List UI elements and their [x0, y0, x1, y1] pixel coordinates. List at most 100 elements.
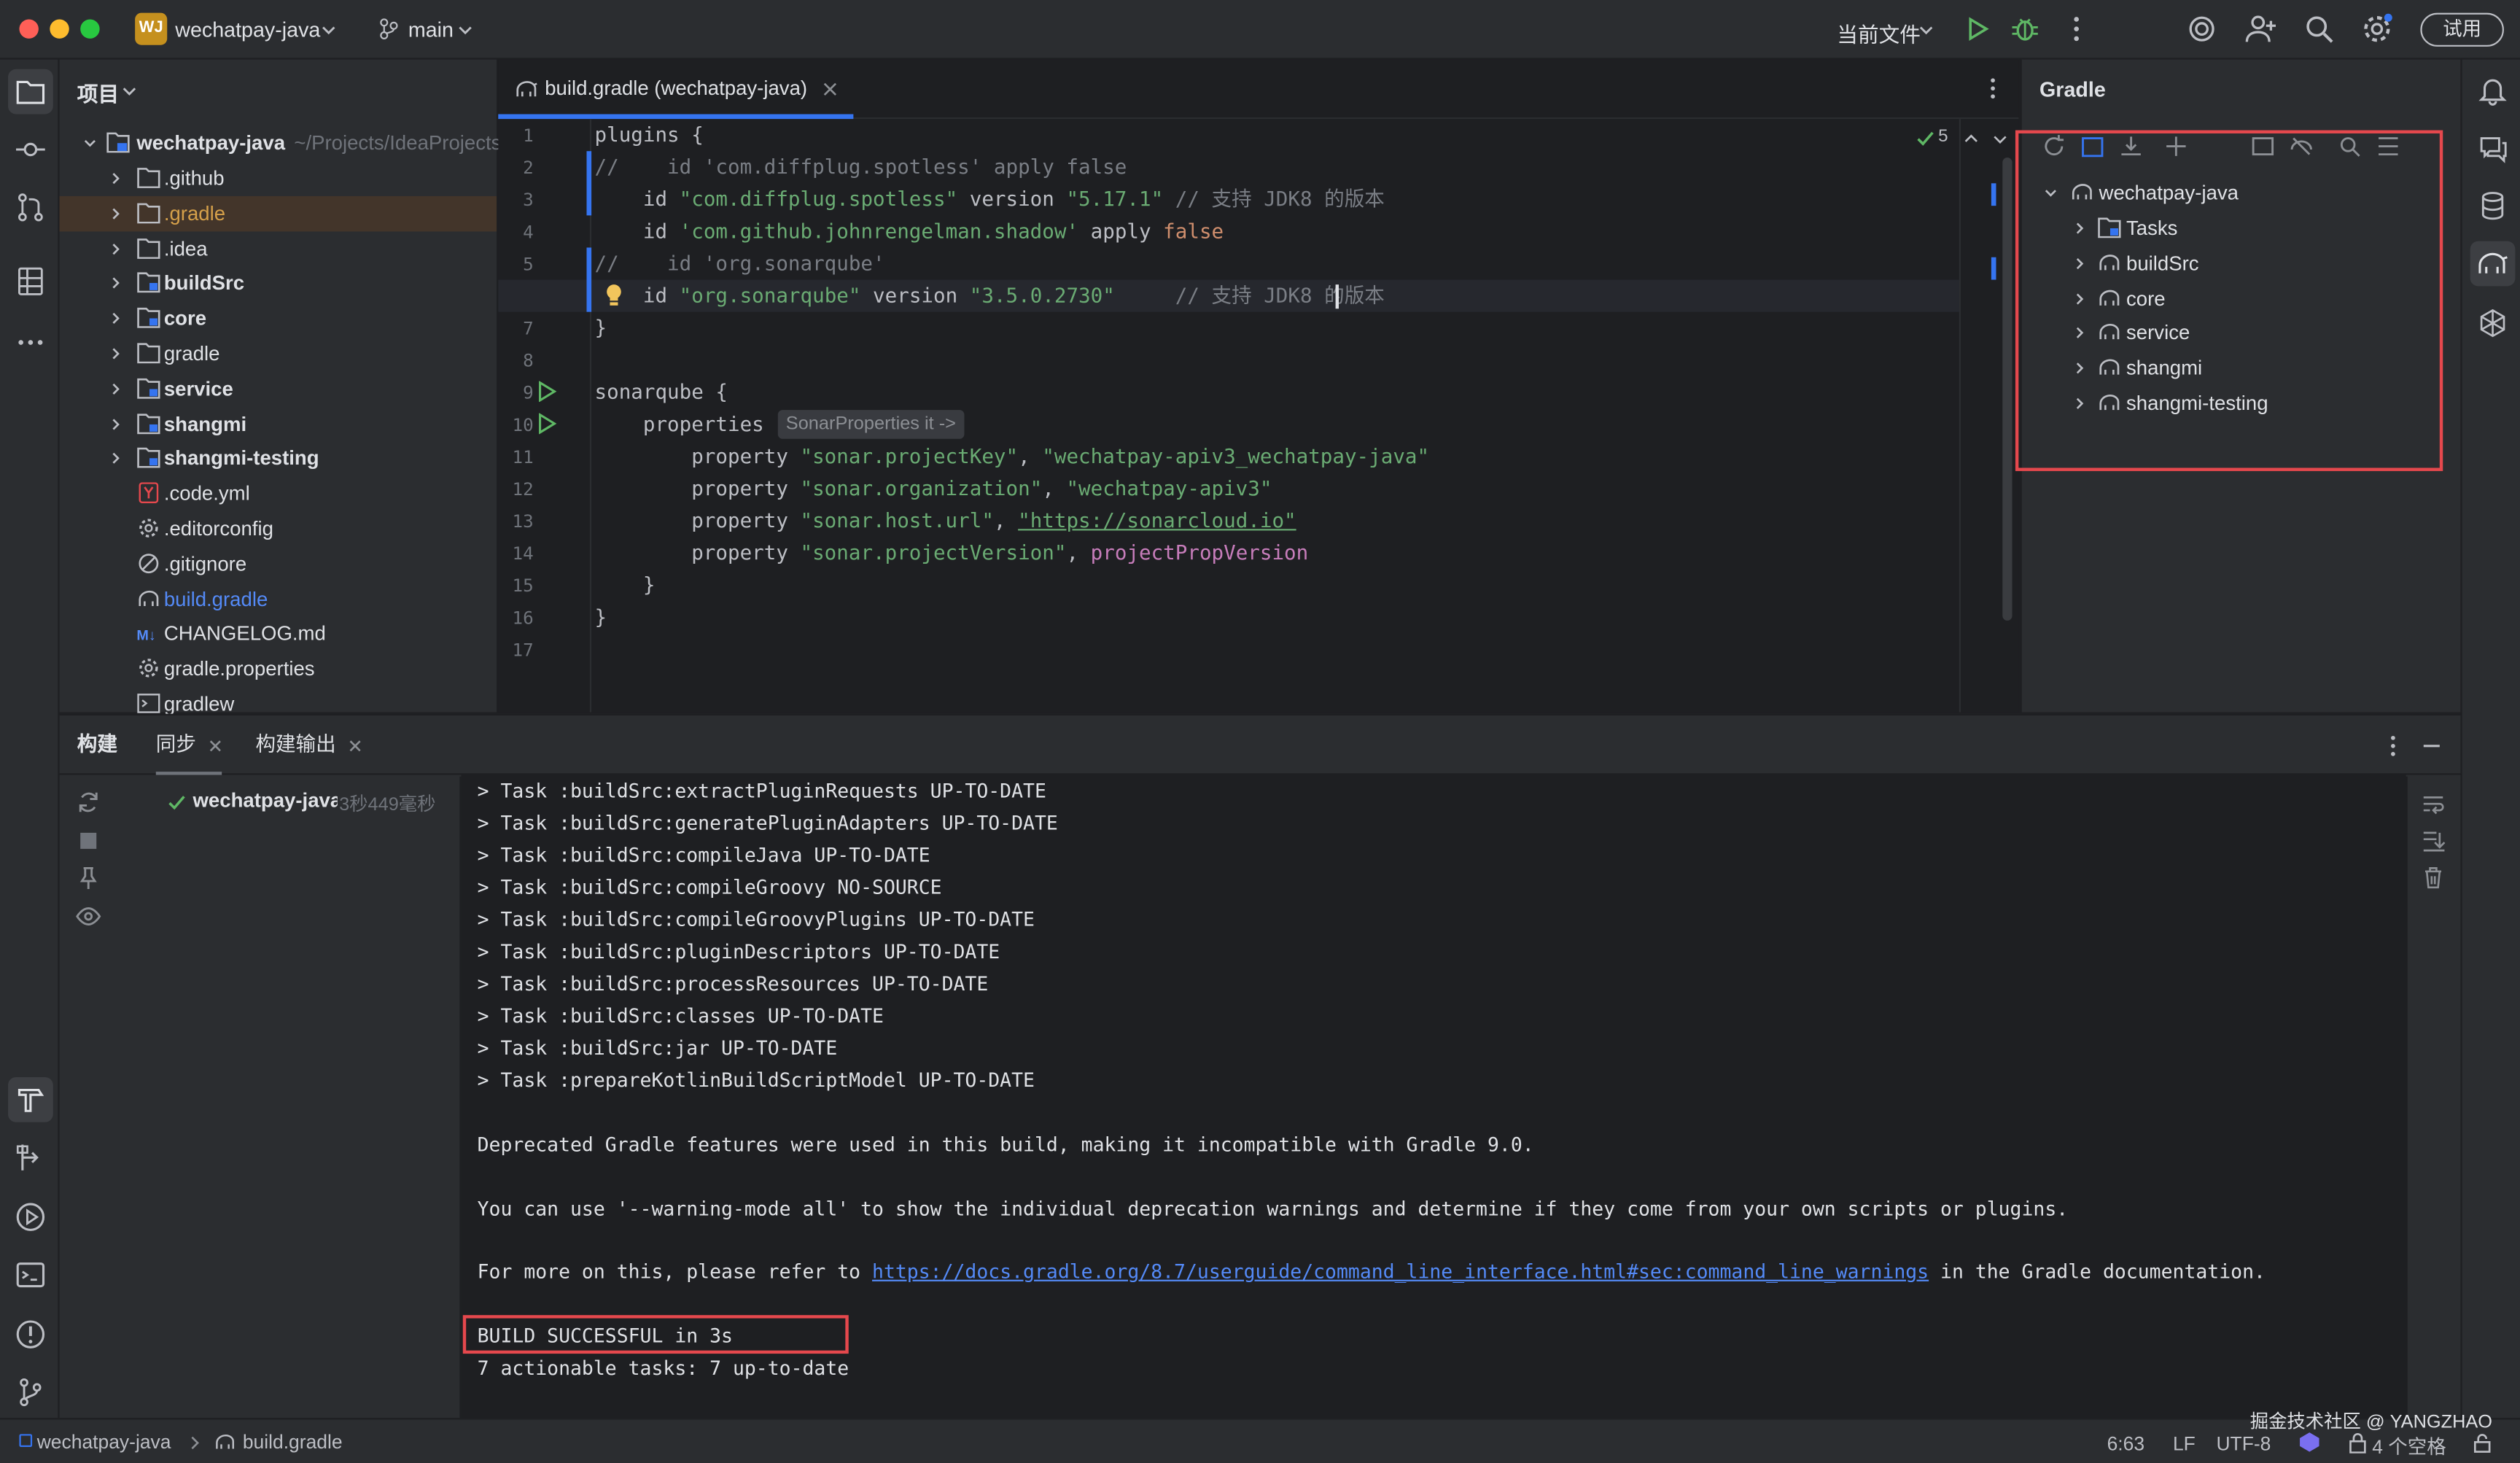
project-tree-item[interactable]: M↓ CHANGELOG.md: [60, 616, 497, 651]
change-marker-stripe: [1991, 257, 1996, 280]
minimize-window-button[interactable]: [50, 19, 69, 39]
add-user-icon[interactable]: [2244, 11, 2279, 46]
caret-position[interactable]: 6:63: [2107, 1432, 2144, 1455]
run-gutter-icon[interactable]: [537, 413, 558, 435]
services-run-icon[interactable]: [15, 1201, 47, 1233]
project-tree-item[interactable]: build.gradle: [60, 581, 497, 616]
gradle-elephant-icon: [139, 590, 159, 606]
vcs-changed-marker: [586, 247, 592, 312]
problems-icon[interactable]: [15, 1319, 47, 1351]
project-root-row[interactable]: wechatpay-java ~/Projects/IdeaProjects: [60, 125, 501, 160]
close-tab-icon[interactable]: [349, 739, 362, 752]
chevron-up-icon[interactable]: [1964, 132, 1978, 147]
pull-requests-icon[interactable]: [15, 191, 47, 223]
gradle-tool-button[interactable]: [2470, 241, 2516, 287]
ai-assistant-icon[interactable]: [2184, 11, 2219, 46]
project-tree-item[interactable]: .github: [60, 160, 497, 195]
project-tree-label: .github: [163, 167, 225, 190]
notifications-bell-icon[interactable]: [2477, 74, 2509, 106]
close-window-button[interactable]: [19, 19, 39, 39]
file-encoding[interactable]: UTF-8: [2216, 1432, 2271, 1455]
build-tree-item[interactable]: wechatpay-java 3秒449毫秒: [160, 785, 459, 820]
chevron-right-icon: [112, 453, 120, 465]
terminal-icon[interactable]: [15, 1259, 47, 1291]
run-config-selector[interactable]: 当前文件: [1837, 18, 1921, 48]
run-icon[interactable]: [1959, 11, 1994, 46]
project-switcher[interactable]: wechatpay-java: [175, 18, 320, 42]
codewithme-icon[interactable]: [2477, 307, 2509, 339]
project-tree-label: .idea: [163, 237, 208, 260]
more-horizontal-icon[interactable]: [15, 326, 47, 358]
build-tab-2[interactable]: 构建输出: [255, 715, 362, 775]
minimize-panel-icon[interactable]: [2419, 733, 2444, 758]
dependencies-icon[interactable]: [15, 1141, 47, 1173]
project-tree-item[interactable]: shangmi: [60, 406, 497, 441]
project-tree-item[interactable]: gradle.properties: [60, 651, 497, 686]
more-vertical-icon[interactable]: [1980, 76, 2005, 101]
sync-icon[interactable]: [76, 789, 101, 815]
console-line: Deprecated Gradle features were used in …: [477, 1133, 1534, 1156]
gradle-docs-link[interactable]: https://docs.gradle.org/8.7/userguide/co…: [872, 1260, 1929, 1283]
close-tab-icon[interactable]: [209, 739, 222, 752]
search-icon[interactable]: [2301, 11, 2336, 46]
branch-switcher[interactable]: main: [408, 18, 454, 42]
code-line: id "org.sonarqube" version "3.5.0.2730" …: [595, 280, 1385, 312]
stop-icon[interactable]: [76, 828, 101, 853]
more-vertical-icon[interactable]: [2058, 11, 2093, 46]
indent-setting[interactable]: 4 个空格: [2372, 1432, 2446, 1459]
structure-icon[interactable]: [15, 265, 47, 298]
readonly-toggle-icon[interactable]: [2472, 1432, 2493, 1454]
project-tree-item[interactable]: shangmi-testing: [60, 441, 497, 476]
pin-icon[interactable]: [76, 865, 101, 890]
trash-icon[interactable]: [2420, 865, 2446, 890]
build-tab-1[interactable]: 同步: [155, 715, 222, 775]
soft-wrap-icon[interactable]: [2420, 791, 2446, 817]
project-tree-item[interactable]: .editorconfig: [60, 511, 497, 546]
settings-gear-icon[interactable]: [2360, 11, 2395, 46]
trial-button[interactable]: 试用: [2420, 12, 2504, 47]
project-tree-item[interactable]: .code.yml: [60, 476, 497, 511]
ai-status-icon[interactable]: [2298, 1431, 2321, 1454]
breadcrumb-file[interactable]: build.gradle: [243, 1431, 343, 1454]
gradle-elephant-icon: [2478, 252, 2508, 273]
ai-chat-icon[interactable]: [2477, 132, 2509, 164]
breadcrumb-project[interactable]: wechatpay-java: [37, 1431, 171, 1454]
yaml-file-icon: [139, 482, 159, 504]
project-tree-item[interactable]: core: [60, 301, 497, 336]
project-tree-item[interactable]: .gitignore: [60, 546, 497, 581]
close-tab-icon[interactable]: [822, 82, 837, 96]
build-tab-label: 同步: [155, 733, 196, 756]
project-tree-item[interactable]: .gradle: [59, 195, 497, 231]
debug-icon[interactable]: [2007, 11, 2042, 46]
git-icon[interactable]: [15, 1376, 47, 1408]
module-folder-icon: [137, 448, 160, 469]
commit-icon[interactable]: [15, 133, 47, 166]
line-number: 5: [523, 254, 534, 275]
chevron-down-icon[interactable]: [1993, 132, 2007, 147]
build-tab-0[interactable]: 构建: [77, 715, 117, 775]
code-token: properties {: [594, 411, 801, 436]
database-icon[interactable]: [2477, 190, 2509, 222]
line-separator[interactable]: LF: [2173, 1432, 2196, 1455]
editor-tab-build-gradle[interactable]: build.gradle (wechatpay-java): [498, 60, 854, 120]
more-vertical-icon[interactable]: [2380, 733, 2406, 758]
project-panel-title[interactable]: 项目: [77, 77, 119, 108]
code-token: 'com.github.johnrengelman.shadow': [679, 218, 1079, 243]
eye-icon[interactable]: [76, 904, 101, 929]
scroll-to-end-icon[interactable]: [2420, 828, 2446, 853]
text-caret: [1335, 284, 1338, 309]
project-tree-item[interactable]: buildSrc: [60, 266, 497, 301]
project-tree-item[interactable]: .idea: [60, 231, 497, 266]
line-number: 7: [523, 318, 534, 340]
project-tree-item[interactable]: gradle: [60, 336, 497, 371]
run-gutter-icon[interactable]: [537, 381, 558, 403]
code-token: ,: [1042, 476, 1067, 500]
project-tree-item[interactable]: service: [60, 371, 497, 406]
check-icon[interactable]: [1916, 128, 1934, 147]
project-badge[interactable]: WJ: [135, 12, 168, 45]
code-token: // id 'org.sonarqube': [594, 250, 885, 275]
zoom-window-button[interactable]: [80, 19, 100, 39]
build-tool-button[interactable]: [8, 1076, 53, 1122]
project-tool-button[interactable]: [8, 69, 53, 115]
editor-scrollbar[interactable]: [2002, 158, 2012, 621]
